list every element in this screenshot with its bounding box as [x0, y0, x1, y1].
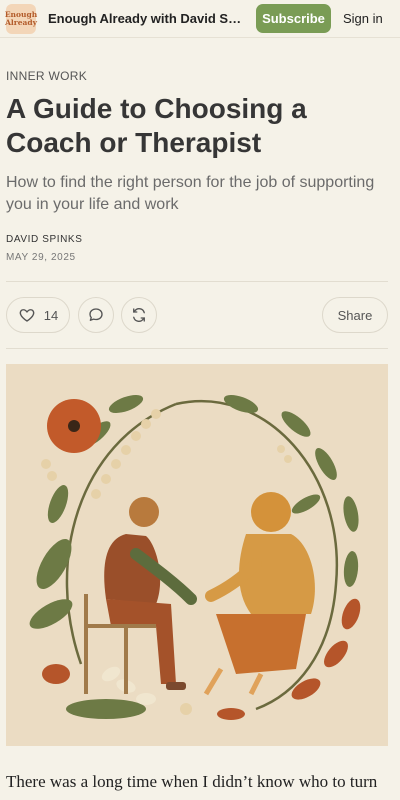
- sign-in-link[interactable]: Sign in: [343, 11, 383, 26]
- like-count: 14: [43, 307, 59, 323]
- author-name[interactable]: DAVID SPINKS: [6, 234, 82, 245]
- subscribe-button[interactable]: Subscribe: [256, 4, 331, 33]
- divider-bottom: [6, 348, 388, 349]
- divider-top: [6, 281, 388, 282]
- pressed-flower-illustration: [6, 364, 388, 746]
- section-kicker[interactable]: INNER WORK: [6, 69, 87, 83]
- publish-date: MAY 29, 2025: [6, 252, 76, 263]
- logo-text-line2: Already: [5, 18, 37, 27]
- heart-icon: [19, 309, 35, 322]
- restack-button[interactable]: [121, 297, 157, 333]
- comment-icon: [89, 308, 103, 321]
- comment-button[interactable]: [78, 297, 114, 333]
- article-subtitle: How to find the right person for the job…: [6, 174, 375, 213]
- publication-logo[interactable]: Enough Already: [5, 4, 37, 34]
- article-body-first-line: There was a long time when I didn’t know…: [6, 772, 378, 791]
- share-button[interactable]: Share: [322, 297, 388, 333]
- top-bar: Enough Already Enough Already with David…: [0, 0, 400, 38]
- article-hero-image: [6, 364, 388, 746]
- restack-icon: [133, 308, 145, 322]
- like-button[interactable]: 14: [6, 297, 70, 333]
- article-title: A Guide to Choosing a Coach or Therapist: [6, 93, 307, 158]
- publication-name[interactable]: Enough Already with David Spinks: [48, 11, 248, 26]
